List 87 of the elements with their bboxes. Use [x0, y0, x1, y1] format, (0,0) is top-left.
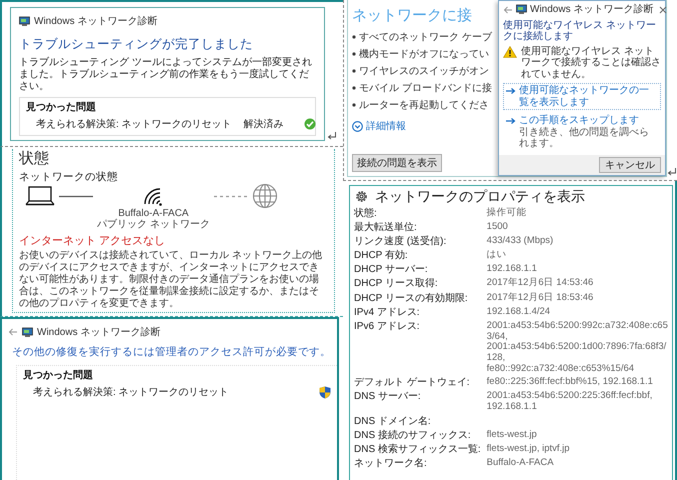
- settings-icon: [354, 189, 369, 204]
- property-label: デフォルト ゲートウェイ:: [354, 377, 471, 388]
- property-value: flets-west.jp: [486, 430, 538, 440]
- panel-title: ネットワークのプロパティを表示: [375, 188, 585, 206]
- globe-icon: [252, 183, 278, 209]
- property-label: DNS 接続のサフィックス:: [354, 430, 472, 441]
- property-value: 2001:a453:54b6:5200:992c:a732:408e:c653/64,: [486, 321, 668, 342]
- close-icon[interactable]: [659, 6, 668, 14]
- back-arrow-icon[interactable]: [8, 328, 18, 336]
- property-label: DNS 検索サフィックス一覧:: [354, 444, 481, 456]
- bullet-icon: [352, 35, 356, 39]
- property-label: リンク速度 (送受信):: [354, 236, 448, 248]
- monitor-icon: [19, 16, 30, 26]
- check-icon: [304, 118, 316, 130]
- expand-icon[interactable]: [352, 120, 363, 132]
- property-value: 1500: [486, 222, 509, 232]
- connection-line: [59, 195, 93, 198]
- option-link[interactable]: 使用可能なネットワークの一覧を表示します: [503, 83, 661, 110]
- return-mark-icon: [667, 166, 677, 176]
- property-value: 操作可能: [486, 208, 528, 218]
- property-value: 192.168.1.1: [486, 402, 538, 413]
- option-link[interactable]: この手順をスキップします 引き続き、他の問題を調べられます。: [503, 113, 661, 152]
- heading: その他の修復を実行するには管理者のアクセス許可が必要です。: [12, 345, 332, 359]
- monitor-icon: [516, 4, 527, 16]
- problem-label: 考えられる解決策: ネットワークのリセット: [36, 118, 232, 131]
- property-value: 192.168.1.4/24: [486, 306, 552, 318]
- property-label: IPv4 アドレス:: [354, 306, 421, 318]
- property-label: DHCP サーバー:: [354, 264, 429, 276]
- troubleshoot-button[interactable]: 接続の問題を表示: [352, 154, 442, 172]
- arrow-icon: [506, 87, 516, 95]
- heading: トラブルシューティングが完了しました: [19, 36, 254, 53]
- window-title: Windows ネットワーク診断: [37, 326, 160, 339]
- section-title: ネットワークの状態: [19, 170, 119, 184]
- shield-icon: [319, 386, 331, 398]
- property-label: ネットワーク名:: [354, 458, 428, 470]
- property-value: fe80::225:36ff:fecf:bbf%15, 192.168.1.1: [486, 377, 654, 388]
- alert-title: インターネット アクセスなし: [19, 234, 166, 248]
- property-value: はい: [486, 250, 508, 261]
- property-label: DNS サーバー:: [354, 391, 422, 404]
- list-item: すべてのネットワーク ケーブ: [359, 30, 492, 44]
- panel-title: 見つかった問題: [23, 368, 94, 382]
- cancel-button[interactable]: キャンセル: [599, 156, 661, 172]
- message: トラブルシューティング ツールによってシステムが一部変更されました。トラブルシューティング前の作業をもう一度試してください。: [19, 57, 313, 93]
- property-value: flets-west.jp, iptvf.jp: [486, 444, 571, 455]
- property-value: 192.168.1.1: [486, 264, 538, 275]
- property-value: Buffalo-A-FACA: [486, 458, 555, 469]
- window-title: Windows ネットワーク診断: [530, 4, 654, 16]
- property-value: 433/433 (Mbps): [486, 236, 554, 246]
- property-value: fe80::992c:a732:408e:c653%15/64: [486, 364, 636, 374]
- panel-title: 見つかった問題: [26, 100, 97, 114]
- warning-icon: [503, 46, 517, 58]
- property-label: DHCP リース取得:: [354, 278, 439, 290]
- wifi-icon: [142, 186, 164, 206]
- description: お使いのデバイスは接続されていて、ローカル ネットワーク上の他のデバイスにアクセスできますが、インターネットにアクセスできない可能性があります。制限付きのデータ通信プランをお使いの場合は、このネットワークを従量制課金接続に設定するか、またはその他のプロパティを変更できます。: [19, 250, 323, 310]
- bullet-icon: [352, 52, 356, 56]
- bullet-icon: [352, 69, 356, 73]
- warning-text: 使用可能なワイヤレス ネットワークで接続することは確認されていません。: [521, 46, 661, 80]
- monitor-icon: [22, 326, 33, 338]
- property-value: 2017年12月6日 14:53:46: [486, 278, 594, 290]
- problem-label: 考えられる解決策: ネットワークのリセット: [33, 386, 229, 399]
- property-label: 状態:: [354, 208, 378, 219]
- property-label: IPv6 アドレス:: [354, 321, 421, 334]
- heading: 使用可能なワイヤレス ネットワークに接続します: [503, 20, 657, 42]
- connection-line: [214, 195, 248, 198]
- bullet-icon: [352, 103, 356, 107]
- heading: ネットワークに接: [352, 6, 473, 25]
- property-label: 最大転送単位:: [354, 222, 418, 233]
- list-item: 機内モードがオフになってい: [359, 48, 489, 61]
- more-info-link[interactable]: 詳細情報: [366, 119, 406, 133]
- list-item: モバイル ブロードバンドに接: [359, 82, 492, 95]
- property-label: DHCP 有効:: [354, 250, 409, 262]
- list-item: ルーターを再起動してくださ: [359, 98, 489, 112]
- property-value: 2001:a453:54b6:5200:225:36ff:fecf:bbf,: [486, 391, 654, 402]
- property-label: DHCP リースの有効期限:: [354, 292, 469, 304]
- return-mark-icon: [327, 131, 337, 141]
- property-value: 2017年12月6日 18:53:46: [486, 292, 594, 304]
- network-name: Buffalo-A-FACA: [118, 208, 189, 219]
- laptop-icon: [25, 186, 55, 206]
- window-title: Windows ネットワーク診断: [34, 14, 158, 28]
- bullet-icon: [352, 86, 356, 90]
- arrow-icon: [506, 117, 516, 125]
- back-arrow-icon[interactable]: [503, 6, 513, 14]
- list-item: ワイヤレスのスイッチがオン: [359, 65, 489, 78]
- status-text: 解決済み: [244, 118, 284, 131]
- page-title: 状態: [19, 149, 50, 168]
- network-type: パブリック ネットワーク: [97, 219, 210, 230]
- property-label: DNS ドメイン名:: [354, 416, 432, 427]
